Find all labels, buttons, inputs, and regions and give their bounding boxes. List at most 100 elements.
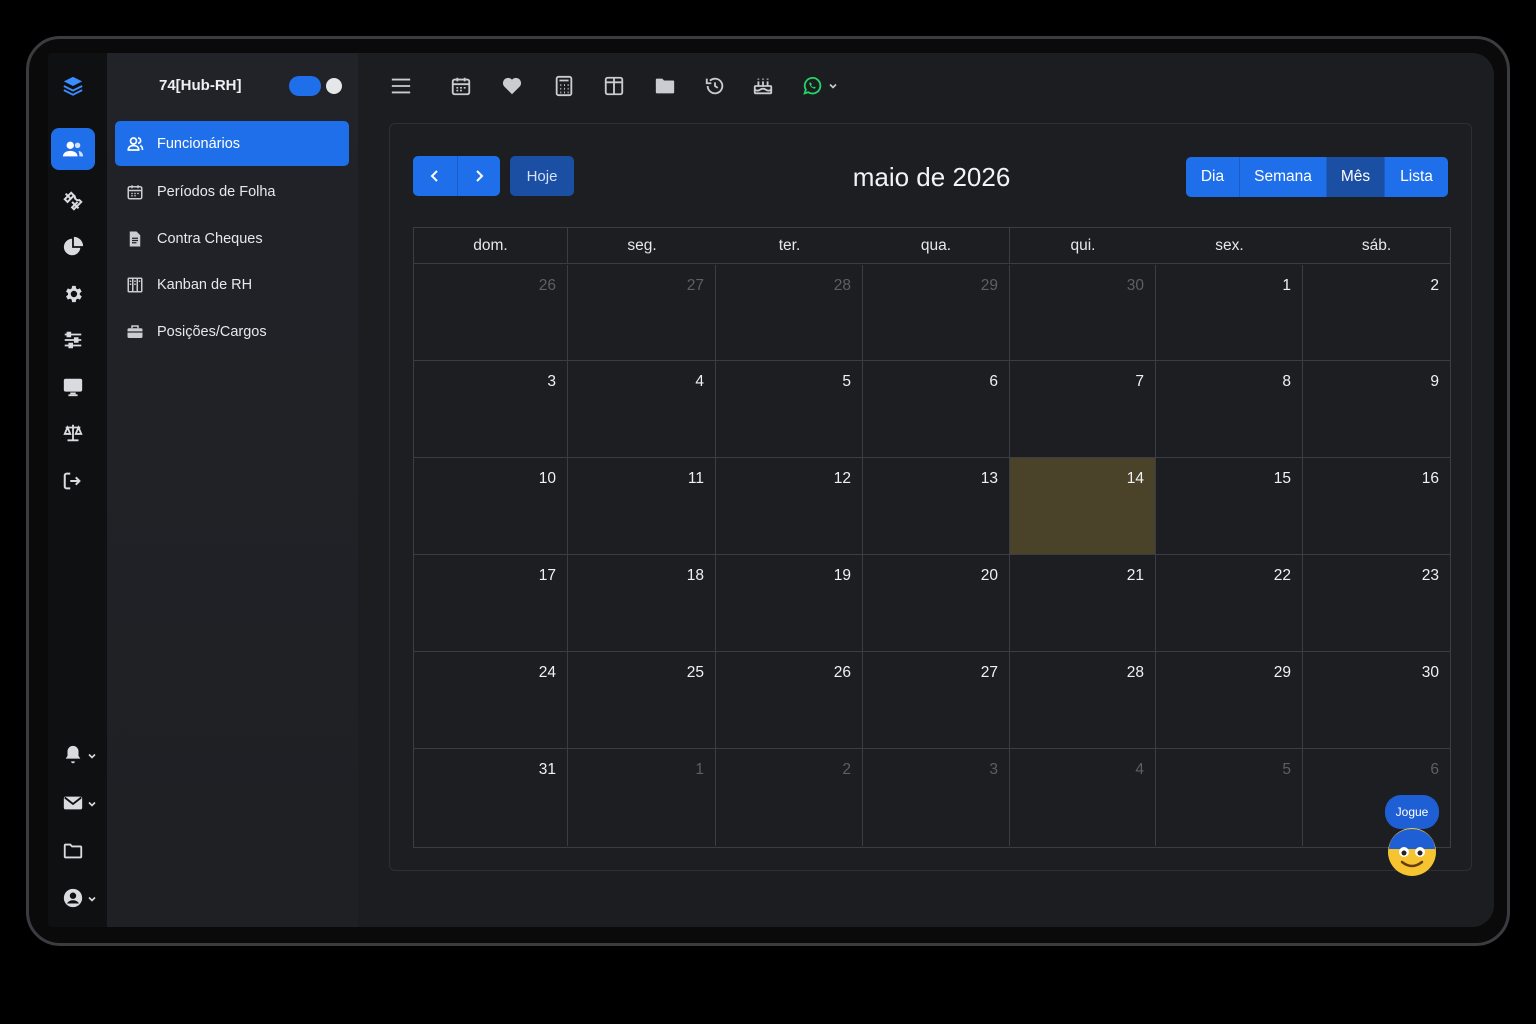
day-cell[interactable]: 10 [414, 458, 568, 555]
smiley-face-icon[interactable] [1385, 827, 1439, 877]
folder-icon[interactable] [652, 73, 678, 99]
logout-icon[interactable] [51, 460, 95, 502]
pie-chart-icon[interactable] [51, 226, 95, 268]
sliders-icon[interactable] [51, 319, 95, 361]
day-number[interactable]: 16 [1422, 470, 1439, 488]
day-number[interactable]: 25 [687, 664, 704, 682]
chevron-down-icon[interactable] [826, 73, 840, 99]
day-cell[interactable]: 20 [863, 555, 1010, 652]
sidebar-item-periodos[interactable]: Períodos de Folha [115, 169, 349, 214]
day-cell[interactable]: 19 [716, 555, 863, 652]
day-cell[interactable]: 6 [863, 361, 1010, 458]
day-cell[interactable]: 11 [568, 458, 716, 555]
day-number[interactable]: 12 [834, 470, 851, 488]
day-number[interactable]: 13 [981, 470, 998, 488]
day-cell[interactable]: 16 [1303, 458, 1450, 555]
day-number[interactable]: 24 [539, 664, 556, 682]
history-icon[interactable] [702, 73, 728, 99]
day-cell[interactable]: 4 [568, 361, 716, 458]
day-number[interactable]: 21 [1127, 567, 1144, 585]
day-cell[interactable]: 29 [863, 265, 1010, 361]
calculator-icon[interactable] [551, 73, 577, 99]
mail-icon[interactable] [51, 782, 96, 824]
day-number[interactable]: 11 [688, 470, 704, 488]
day-cell[interactable]: 28 [716, 265, 863, 361]
day-cell[interactable]: 2 [716, 749, 863, 846]
sidebar-item-kanban[interactable]: Kanban de RH [115, 262, 349, 307]
day-number[interactable]: 22 [1274, 567, 1291, 585]
day-number[interactable]: 10 [539, 470, 556, 488]
day-number[interactable]: 30 [1127, 277, 1144, 295]
day-cell[interactable]: 24 [414, 652, 568, 749]
menu-icon[interactable] [388, 73, 414, 99]
day-cell-today[interactable]: 14 [1010, 458, 1156, 555]
scale-icon[interactable] [51, 412, 95, 454]
day-cell[interactable]: 8 [1156, 361, 1303, 458]
day-number[interactable]: 27 [687, 277, 704, 295]
sidebar-item-posicoes[interactable]: Posições/Cargos [115, 309, 349, 354]
day-number[interactable]: 28 [1127, 664, 1144, 682]
day-cell[interactable]: 15 [1156, 458, 1303, 555]
day-number[interactable]: 20 [981, 567, 998, 585]
day-number[interactable]: 6 [1430, 761, 1439, 779]
day-number[interactable]: 29 [1274, 664, 1291, 682]
day-number[interactable]: 14 [1127, 470, 1144, 488]
day-number[interactable]: 5 [842, 373, 851, 391]
day-number[interactable]: 9 [1430, 373, 1439, 391]
day-cell[interactable]: 4 [1010, 749, 1156, 846]
day-cell[interactable]: 25 [568, 652, 716, 749]
view-month-button[interactable]: Mês [1327, 157, 1385, 197]
day-cell[interactable]: 1 [1156, 265, 1303, 361]
tools-icon[interactable] [51, 180, 95, 222]
day-cell[interactable]: 30 [1010, 265, 1156, 361]
day-number[interactable]: 17 [539, 567, 556, 585]
day-cell[interactable]: 5 [716, 361, 863, 458]
layers-logo-icon[interactable] [51, 65, 95, 107]
day-cell[interactable]: 9 [1303, 361, 1450, 458]
day-cell[interactable]: 28 [1010, 652, 1156, 749]
gear-icon[interactable] [51, 273, 95, 315]
day-cell[interactable]: 30 [1303, 652, 1450, 749]
workspace-toggle[interactable] [289, 76, 321, 96]
day-cell[interactable]: 1 [568, 749, 716, 846]
day-number[interactable]: 8 [1282, 373, 1291, 391]
mascot-badge[interactable]: Jogue [1385, 795, 1439, 829]
toggle-knob[interactable] [326, 78, 342, 94]
day-cell[interactable]: 27 [568, 265, 716, 361]
sidebar-item-contra-cheques[interactable]: Contra Cheques [115, 216, 349, 261]
day-cell[interactable]: 26 [716, 652, 863, 749]
day-number[interactable]: 28 [834, 277, 851, 295]
day-number[interactable]: 7 [1135, 373, 1144, 391]
day-cell[interactable]: 7 [1010, 361, 1156, 458]
day-cell[interactable]: 2 [1303, 265, 1450, 361]
day-cell[interactable]: 18 [568, 555, 716, 652]
day-cell[interactable]: 3 [863, 749, 1010, 846]
sidebar-item-funcionarios[interactable]: Funcionários [115, 121, 349, 166]
view-week-button[interactable]: Semana [1240, 157, 1327, 197]
whatsapp-icon[interactable] [799, 73, 825, 99]
day-number[interactable]: 4 [1135, 761, 1144, 779]
day-number[interactable]: 2 [1430, 277, 1439, 295]
calendar-icon[interactable] [448, 73, 474, 99]
day-number[interactable]: 26 [539, 277, 556, 295]
day-number[interactable]: 31 [539, 761, 556, 779]
game-mascot-widget[interactable]: Jogue [1385, 795, 1441, 881]
user-circle-icon[interactable] [51, 877, 96, 919]
day-cell[interactable]: 21 [1010, 555, 1156, 652]
day-number[interactable]: 19 [834, 567, 851, 585]
day-number[interactable]: 15 [1274, 470, 1291, 488]
day-cell[interactable]: 29 [1156, 652, 1303, 749]
day-number[interactable]: 27 [981, 664, 998, 682]
day-number[interactable]: 3 [989, 761, 998, 779]
day-number[interactable]: 18 [687, 567, 704, 585]
day-number[interactable]: 4 [695, 373, 704, 391]
day-cell[interactable]: 27 [863, 652, 1010, 749]
day-number[interactable]: 29 [981, 277, 998, 295]
day-number[interactable]: 2 [842, 761, 851, 779]
day-number[interactable]: 1 [695, 761, 704, 779]
day-number[interactable]: 1 [1282, 277, 1291, 295]
day-number[interactable]: 3 [547, 373, 556, 391]
day-cell[interactable]: 26 [414, 265, 568, 361]
day-cell[interactable]: 5 [1156, 749, 1303, 846]
view-day-button[interactable]: Dia [1186, 157, 1240, 197]
